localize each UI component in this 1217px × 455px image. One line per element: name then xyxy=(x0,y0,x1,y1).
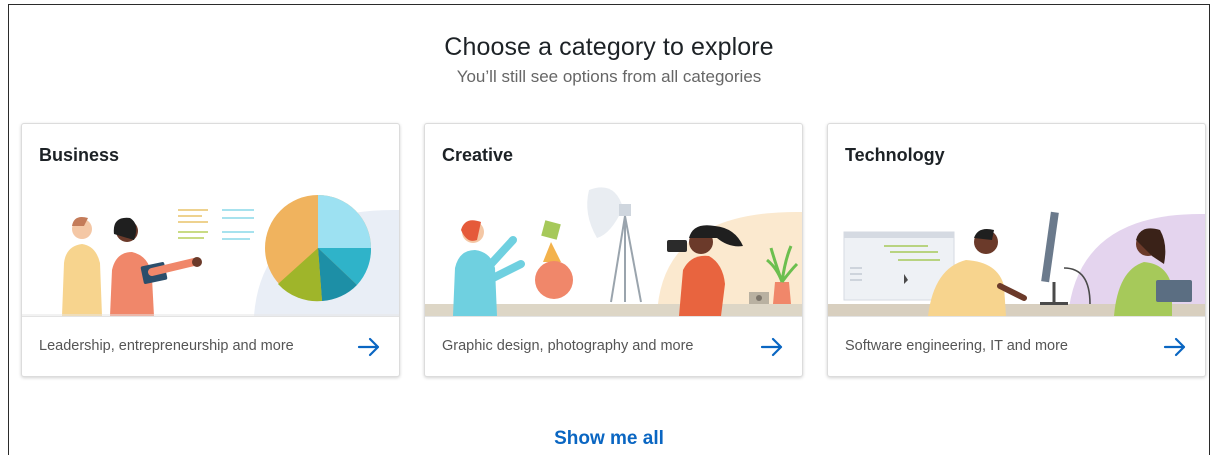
page-title: Choose a category to explore xyxy=(444,33,774,61)
category-card-business[interactable]: Business Leadership, entrepreneurship an… xyxy=(21,123,400,377)
show-me-all-link[interactable]: Show me all xyxy=(9,428,1209,450)
creative-illustration xyxy=(425,187,802,316)
arrow-right-icon[interactable] xyxy=(760,335,784,359)
arrow-right-icon[interactable] xyxy=(1163,335,1187,359)
card-footer: Software engineering, IT and more xyxy=(828,316,1205,376)
technology-illustration xyxy=(828,211,1205,316)
card-title: Technology xyxy=(845,145,945,165)
card-description: Graphic design, photography and more xyxy=(442,338,694,354)
card-description: Leadership, entrepreneurship and more xyxy=(39,338,294,354)
business-illustration xyxy=(22,195,399,316)
card-footer: Graphic design, photography and more xyxy=(425,316,802,376)
card-title: Creative xyxy=(442,145,514,165)
category-card-creative[interactable]: Creative Graphic design, photography and… xyxy=(424,123,803,377)
category-card-technology[interactable]: Technology Software engineering, IT and … xyxy=(827,123,1206,377)
category-dialog: Choose a category to explore You’ll stil… xyxy=(8,4,1210,455)
card-description: Software engineering, IT and more xyxy=(845,338,1069,354)
card-title: Business xyxy=(39,145,120,165)
card-footer: Leadership, entrepreneurship and more xyxy=(22,316,399,376)
arrow-right-icon[interactable] xyxy=(357,335,381,359)
page-subtitle: You’ll still see options from all catego… xyxy=(456,67,762,86)
